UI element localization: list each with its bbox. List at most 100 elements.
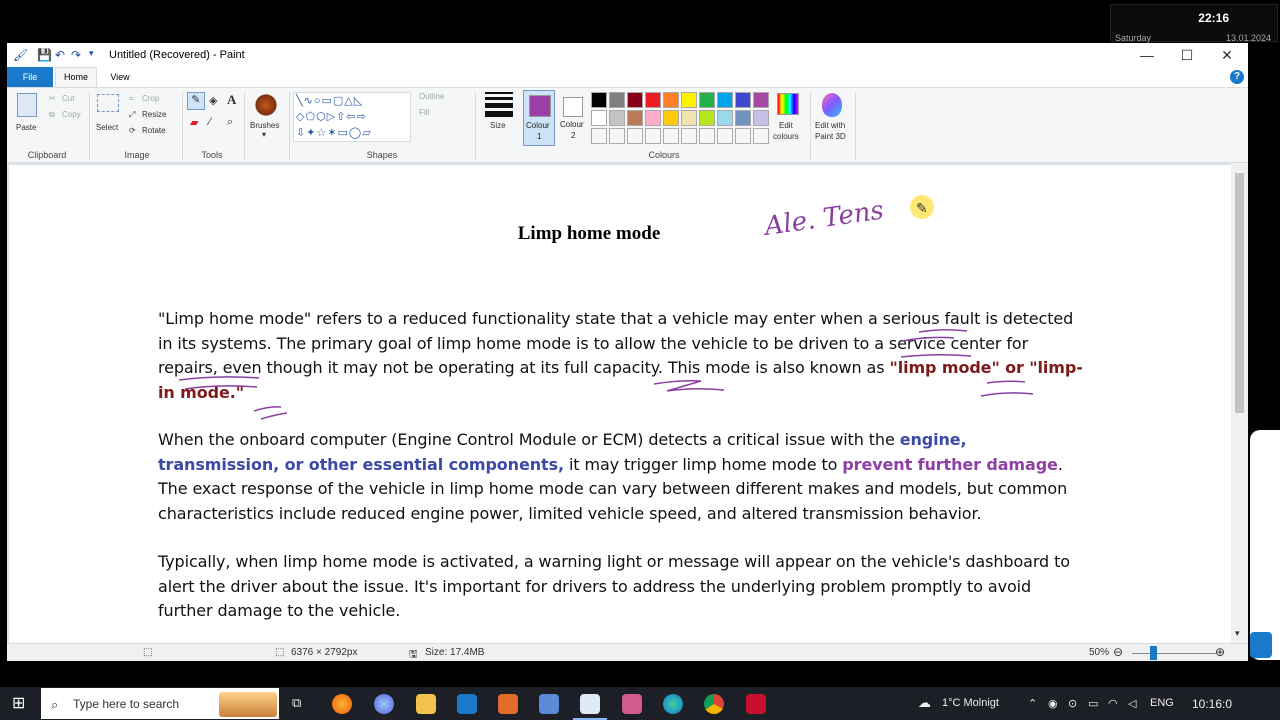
firefox-icon[interactable]	[332, 694, 352, 714]
outline-button[interactable]: Outline	[419, 92, 444, 101]
cut-button[interactable]: Cut	[62, 94, 74, 103]
calculator-icon[interactable]	[539, 694, 559, 714]
colour-swatch[interactable]	[753, 92, 769, 108]
colour-swatch[interactable]	[681, 110, 697, 126]
colour-swatch[interactable]	[609, 110, 625, 126]
copy-button[interactable]: Copy	[62, 110, 81, 119]
close-icon[interactable]: ✕	[1209, 45, 1245, 65]
mcafee-icon[interactable]	[746, 694, 766, 714]
help-icon[interactable]: ?	[1230, 70, 1244, 84]
app-icon[interactable]	[374, 694, 394, 714]
minimize-icon[interactable]: —	[1129, 45, 1165, 65]
brushes-icon[interactable]	[253, 92, 279, 118]
edit-colours-line1[interactable]: Edit	[779, 121, 793, 130]
magnifier-icon[interactable]: ⌕	[227, 116, 233, 129]
empty-colour-swatch[interactable]	[717, 128, 733, 144]
paste-button[interactable]: Paste	[16, 123, 36, 132]
resize-button[interactable]: Resize	[142, 110, 166, 119]
wifi-icon[interactable]: ◠	[1108, 697, 1118, 710]
colour-swatch[interactable]	[591, 110, 607, 126]
mail-icon[interactable]	[457, 694, 477, 714]
colour-swatch[interactable]	[699, 110, 715, 126]
vertical-scroll-thumb[interactable]	[1235, 173, 1244, 413]
colour1-selector[interactable]: Colour 1	[523, 90, 555, 146]
zoom-in-icon[interactable]: ⊕	[1215, 645, 1225, 659]
snipping-tool-icon[interactable]	[622, 694, 642, 714]
select-icon[interactable]	[97, 94, 119, 112]
edge-icon[interactable]	[663, 694, 683, 714]
windows-start-icon[interactable]: ⊞	[12, 693, 25, 713]
office-app-icon[interactable]	[498, 694, 518, 714]
quick-access-dropdown-icon[interactable]: ▾	[89, 48, 94, 59]
empty-colour-swatch[interactable]	[753, 128, 769, 144]
pencil-icon[interactable]: ✎	[187, 92, 205, 110]
redo-icon[interactable]: ↷	[71, 48, 81, 62]
empty-colour-swatch[interactable]	[735, 128, 751, 144]
colour-picker-icon[interactable]: ⁄	[209, 116, 211, 128]
language-indicator[interactable]: ENG	[1150, 697, 1174, 709]
colour-swatch[interactable]	[627, 92, 643, 108]
empty-colour-swatch[interactable]	[609, 128, 625, 144]
size-icon[interactable]	[485, 92, 513, 117]
taskbar-time[interactable]: 10:16:0	[1192, 697, 1232, 711]
colour-swatch[interactable]	[699, 92, 715, 108]
select-button[interactable]: Select	[96, 123, 118, 132]
colour-swatch[interactable]	[645, 110, 661, 126]
size-button[interactable]: Size	[490, 121, 506, 130]
brushes-dropdown-icon[interactable]: ▾	[262, 130, 266, 139]
fill-bucket-icon[interactable]: ◈	[209, 94, 217, 107]
colour2-selector[interactable]: Colour 2	[558, 90, 590, 146]
brushes-button[interactable]: Brushes	[250, 121, 279, 130]
colour-swatch[interactable]	[663, 92, 679, 108]
colour-swatch[interactable]	[735, 110, 751, 126]
tab-view[interactable]: View	[105, 67, 135, 87]
empty-colour-swatch[interactable]	[663, 128, 679, 144]
colour-swatch[interactable]	[717, 110, 733, 126]
colour-swatch[interactable]	[609, 92, 625, 108]
taskbar-search[interactable]: ⌕ Type here to search	[41, 688, 279, 719]
eraser-icon[interactable]: ▰	[190, 116, 198, 129]
usb-icon[interactable]: ⊙	[1068, 697, 1077, 710]
empty-colour-swatch[interactable]	[645, 128, 661, 144]
empty-colour-swatch[interactable]	[699, 128, 715, 144]
colour-swatch[interactable]	[663, 110, 679, 126]
battery-icon[interactable]: ▭	[1088, 697, 1098, 710]
undo-icon[interactable]: ↶	[55, 48, 65, 62]
colour-swatch[interactable]	[753, 110, 769, 126]
volume-icon[interactable]: ◁	[1128, 697, 1136, 710]
side-panel-button[interactable]	[1250, 632, 1272, 658]
zoom-out-icon[interactable]: ⊖	[1113, 645, 1123, 659]
text-tool-icon[interactable]: A	[227, 92, 236, 108]
task-view-icon[interactable]: ⧉	[292, 695, 301, 711]
colour-swatch[interactable]	[591, 92, 607, 108]
fill-button[interactable]: Fill	[419, 108, 429, 117]
rotate-button[interactable]: Rotate	[142, 126, 166, 135]
paint3d-line2[interactable]: Paint 3D	[815, 132, 846, 141]
paint3d-line1[interactable]: Edit with	[815, 121, 845, 130]
zoom-slider-track[interactable]	[1132, 653, 1217, 654]
colour-swatch[interactable]	[645, 92, 661, 108]
paint-taskbar-icon[interactable]	[580, 694, 600, 714]
colour-swatch[interactable]	[627, 110, 643, 126]
paste-icon[interactable]	[17, 93, 37, 117]
empty-colour-swatch[interactable]	[591, 128, 607, 144]
colour-swatch[interactable]	[735, 92, 751, 108]
chrome-icon[interactable]	[704, 694, 724, 714]
tab-file[interactable]: File	[7, 67, 53, 87]
record-icon[interactable]: ◉	[1048, 697, 1058, 710]
scroll-down-icon[interactable]: ▾	[1235, 628, 1240, 639]
empty-colour-swatch[interactable]	[681, 128, 697, 144]
crop-button[interactable]: Crop	[142, 94, 159, 103]
colour-swatch[interactable]	[717, 92, 733, 108]
file-explorer-icon[interactable]	[416, 694, 436, 714]
tab-home[interactable]: Home	[55, 67, 97, 87]
canvas[interactable]: Limp home mode Ale. Tens ✎ "Limp home mo…	[9, 165, 1231, 648]
zoom-slider-thumb[interactable]	[1150, 646, 1158, 660]
vertical-scrollbar[interactable]: ▾	[1231, 163, 1248, 646]
colour-swatch[interactable]	[681, 92, 697, 108]
maximize-icon[interactable]: ☐	[1169, 45, 1205, 65]
edit-colours-icon[interactable]	[777, 93, 799, 115]
empty-colour-swatch[interactable]	[627, 128, 643, 144]
paint3d-icon[interactable]	[822, 93, 842, 117]
save-icon[interactable]: 💾	[37, 48, 52, 62]
